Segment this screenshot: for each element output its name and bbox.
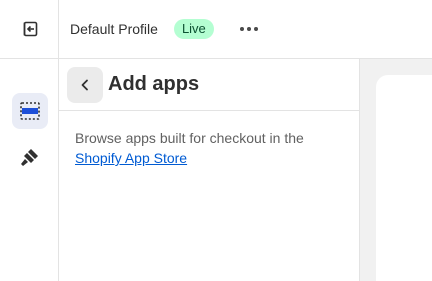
panel-body: Browse apps built for checkout in the Sh…	[59, 111, 359, 185]
dot-icon	[239, 27, 244, 31]
exit-icon	[23, 21, 37, 37]
dot-icon	[253, 27, 258, 31]
sections-button[interactable]	[12, 93, 48, 129]
sections-icon	[20, 102, 40, 120]
more-actions-button[interactable]	[238, 21, 260, 37]
app-store-link[interactable]: Shopify App Store	[75, 150, 187, 166]
profile-name[interactable]: Default Profile	[70, 21, 158, 37]
left-rail	[0, 0, 59, 281]
back-button[interactable]	[67, 66, 103, 103]
dot-icon	[246, 27, 251, 31]
chevron-left-icon	[81, 79, 88, 90]
panel-title: Add apps	[108, 73, 200, 95]
apps-button[interactable]	[12, 139, 48, 175]
add-apps-panel: Add apps Browse apps built for checkout …	[59, 59, 360, 281]
status-badge: Live	[173, 19, 214, 39]
apps-icon	[21, 149, 38, 166]
panel-description: Browse apps built for checkout in the	[75, 130, 304, 146]
exit-button[interactable]	[0, 0, 59, 59]
preview-card	[376, 75, 432, 281]
preview-area	[360, 59, 432, 281]
panel-header: Add apps	[59, 59, 359, 111]
editor-app: Default Profile Live Add apps Browse app…	[0, 0, 432, 281]
top-bar: Default Profile Live	[59, 0, 432, 59]
